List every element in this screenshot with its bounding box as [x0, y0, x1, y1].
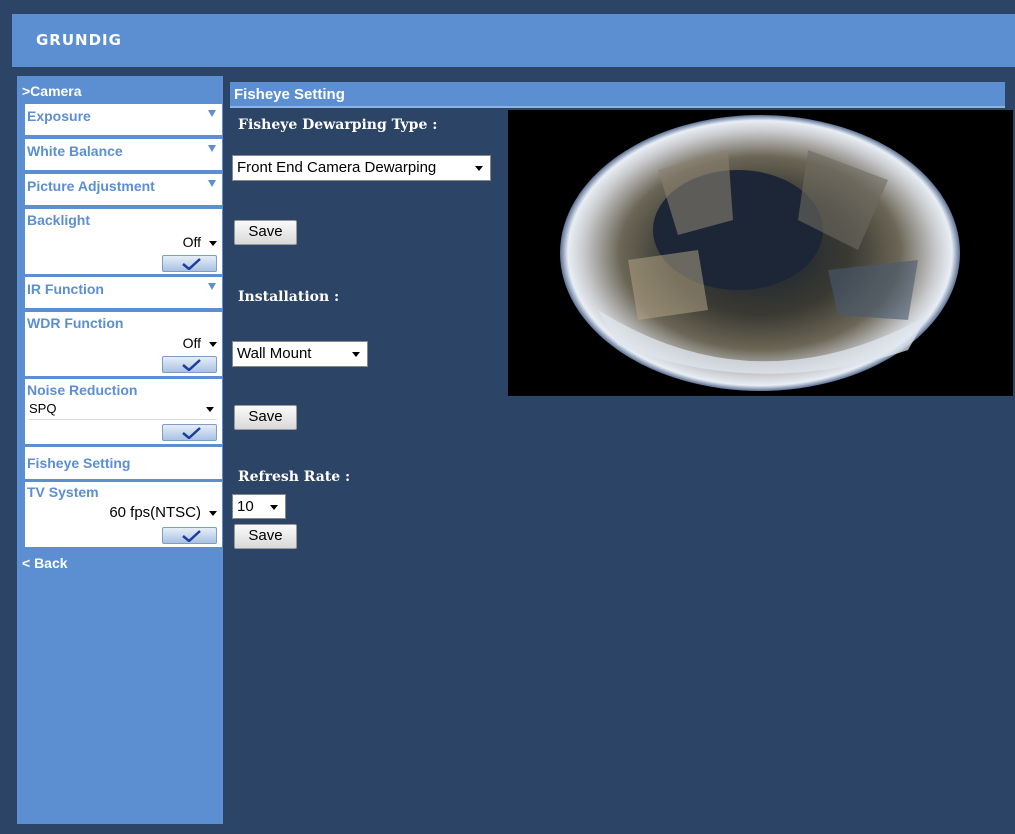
backlight-apply-button[interactable]: [162, 255, 217, 272]
sidebar-item-label: Fisheye Setting: [27, 455, 131, 471]
noise-reduction-apply-button[interactable]: [162, 424, 217, 441]
refresh-rate-label: Refresh Rate :: [238, 469, 351, 485]
section-header: Fisheye Setting: [230, 82, 1005, 108]
sidebar-item-label: IR Function: [27, 281, 104, 297]
chevron-down-icon: [208, 283, 216, 290]
sidebar-item-label: Noise Reduction: [27, 382, 138, 398]
noise-reduction-select[interactable]: SPQ: [29, 401, 217, 420]
dewarp-type-value: Front End Camera Dewarping: [237, 159, 437, 176]
sidebar-item-exposure[interactable]: Exposure: [25, 104, 222, 135]
check-icon: [182, 427, 201, 439]
chevron-down-icon: [475, 166, 483, 171]
chevron-down-icon: [208, 110, 216, 117]
installation-value: Wall Mount: [237, 345, 312, 362]
sidebar-item-white-balance[interactable]: White Balance: [25, 139, 222, 170]
wdr-apply-button[interactable]: [162, 356, 217, 373]
tv-system-select-value: 60 fps(NTSC): [109, 504, 201, 521]
tv-system-apply-button[interactable]: [162, 527, 217, 544]
wdr-select-value: Off: [182, 335, 201, 351]
refresh-rate-value: 10: [237, 498, 254, 515]
sidebar-item-fisheye-setting[interactable]: Fisheye Setting: [25, 447, 222, 479]
backlight-select-value: Off: [182, 234, 201, 250]
chevron-down-icon: [209, 510, 217, 516]
chevron-down-icon: [208, 180, 216, 187]
sidebar-item-picture-adjustment[interactable]: Picture Adjustment: [25, 174, 222, 205]
refresh-rate-select[interactable]: 10: [232, 494, 286, 519]
chevron-down-icon: [270, 505, 278, 510]
chevron-down-icon: [352, 352, 360, 357]
chevron-down-icon: [208, 145, 216, 152]
fisheye-preview-image: [508, 110, 1013, 396]
wdr-select[interactable]: Off: [183, 335, 217, 351]
sidebar-item-tv-system: TV System 60 fps(NTSC): [25, 482, 222, 547]
page-title: Fisheye Setting: [234, 86, 345, 103]
sidebar-item-ir-function[interactable]: IR Function: [25, 277, 222, 308]
sidebar-item-label: Backlight: [27, 212, 91, 228]
back-link[interactable]: < Back: [22, 555, 68, 571]
installation-save-button[interactable]: Save: [234, 405, 297, 430]
check-icon: [182, 530, 201, 542]
chevron-down-icon: [206, 407, 214, 412]
tv-system-select[interactable]: 60 fps(NTSC): [109, 504, 217, 521]
chevron-down-icon: [209, 240, 217, 246]
check-icon: [182, 258, 201, 270]
sidebar: >Camera Exposure White Balance Picture A…: [17, 76, 223, 824]
sidebar-item-label: Picture Adjustment: [27, 178, 155, 194]
chevron-down-icon: [209, 341, 217, 347]
sidebar-item-label: White Balance: [27, 143, 123, 159]
sidebar-item-backlight: Backlight Off: [25, 209, 222, 274]
backlight-select[interactable]: Off: [183, 234, 217, 250]
dewarp-type-label: Fisheye Dewarping Type :: [238, 117, 438, 133]
sidebar-item-label: WDR Function: [27, 315, 124, 331]
sidebar-item-noise-reduction: Noise Reduction SPQ: [25, 379, 222, 444]
installation-label: Installation :: [238, 289, 340, 305]
brand-logo: GRUNDIG: [36, 31, 122, 49]
refresh-rate-save-button[interactable]: Save: [234, 524, 297, 549]
installation-select[interactable]: Wall Mount: [232, 341, 368, 367]
dewarp-save-button[interactable]: Save: [234, 220, 297, 245]
check-icon: [182, 359, 201, 371]
sidebar-title[interactable]: >Camera: [22, 83, 82, 99]
noise-reduction-select-value: SPQ: [29, 401, 57, 416]
sidebar-item-label: Exposure: [27, 108, 91, 124]
sidebar-item-label: TV System: [27, 484, 99, 500]
dewarp-type-select[interactable]: Front End Camera Dewarping: [232, 155, 491, 181]
sidebar-item-wdr-function: WDR Function Off: [25, 312, 222, 376]
top-banner: GRUNDIG: [12, 14, 1015, 67]
